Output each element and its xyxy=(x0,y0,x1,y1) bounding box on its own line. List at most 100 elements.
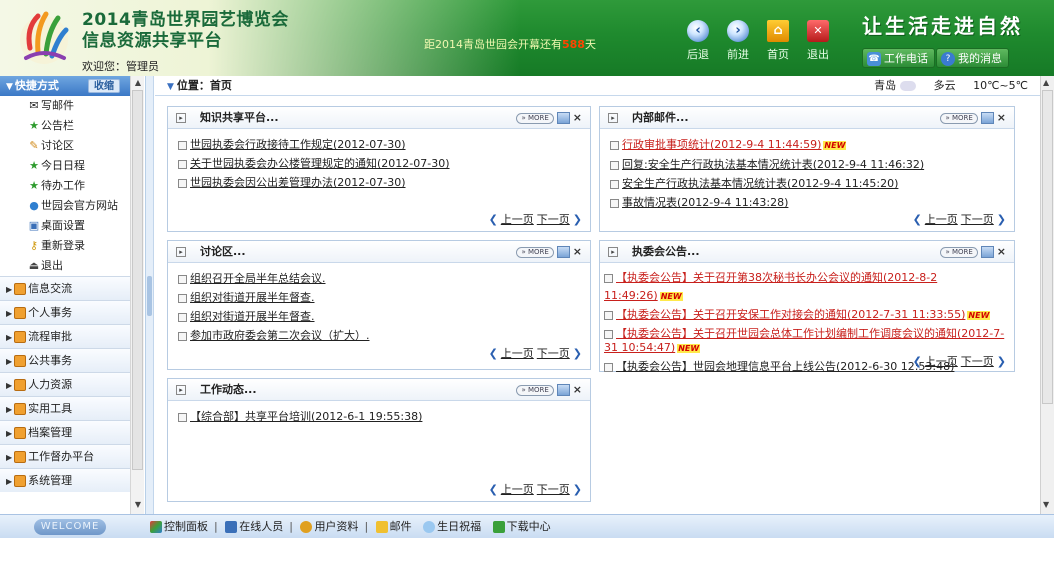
scroll-down-icon[interactable]: ▼ xyxy=(133,500,143,510)
back-button[interactable]: ‹ 后退 xyxy=(676,20,720,62)
more-button[interactable]: » MORE xyxy=(516,246,554,258)
panel-toggle-icon[interactable]: ▸ xyxy=(608,247,618,257)
list-item[interactable]: 参加市政府委会第二次会议（扩大）. xyxy=(178,326,584,345)
item-link[interactable]: 【执委会公告】世园会地理信息平台上线公告(2012-6-30 12:53:48) xyxy=(616,360,954,373)
item-link[interactable]: 【执委会公告】关于召开第38次秘书长办公会议的通知(2012-8-2 11:49… xyxy=(604,271,937,302)
next-arrow-icon[interactable]: ❯ xyxy=(573,483,582,496)
list-item[interactable]: 组织对街道开展半年督查. xyxy=(178,288,584,307)
main-scrollbar[interactable]: ▲ ▼ xyxy=(1040,76,1054,514)
online-users-link[interactable]: 在线人员 xyxy=(239,520,283,533)
collapse-button[interactable]: 收缩 xyxy=(88,79,120,93)
more-button[interactable]: » MORE xyxy=(516,112,554,124)
next-page-link[interactable]: 下一页 xyxy=(537,213,570,226)
quick-item-desktop-settings[interactable]: ▣ 桌面设置 xyxy=(0,216,130,236)
prev-arrow-icon[interactable]: ❮ xyxy=(489,483,498,496)
close-icon[interactable]: × xyxy=(997,241,1006,263)
next-arrow-icon[interactable]: ❯ xyxy=(997,213,1006,226)
next-arrow-icon[interactable]: ❯ xyxy=(573,347,582,360)
scroll-down-icon[interactable]: ▼ xyxy=(1043,500,1049,509)
list-item[interactable]: 组织召开全局半年总结会议. xyxy=(178,269,584,288)
prev-arrow-icon[interactable]: ❮ xyxy=(489,347,498,360)
edit-icon[interactable] xyxy=(556,246,570,258)
item-link[interactable]: 世园执委会因公出差管理办法(2012-07-30) xyxy=(190,176,406,189)
next-page-link[interactable]: 下一页 xyxy=(537,347,570,360)
item-link[interactable]: 组织对街道开展半年督查. xyxy=(190,310,315,323)
edit-icon[interactable] xyxy=(556,384,570,396)
sidebar-section-system[interactable]: ▶ 系统管理 xyxy=(0,468,130,492)
birthday-link[interactable]: 生日祝福 xyxy=(437,520,481,533)
more-button[interactable]: » MORE xyxy=(516,384,554,396)
edit-icon[interactable] xyxy=(556,112,570,124)
next-arrow-icon[interactable]: ❯ xyxy=(573,213,582,226)
main-scroll-thumb[interactable] xyxy=(1042,90,1053,404)
close-icon[interactable]: × xyxy=(997,107,1006,129)
quick-item-logout[interactable]: ⏏ 退出 xyxy=(0,256,130,276)
item-link[interactable]: 关于世园执委会办公楼管理规定的通知(2012-07-30) xyxy=(190,157,450,170)
panel-title[interactable]: 内部邮件... xyxy=(632,111,689,124)
item-link[interactable]: 组织对街道开展半年督查. xyxy=(190,291,315,304)
quick-item-today-schedule[interactable]: ★ 今日日程 xyxy=(0,156,130,176)
scroll-up-icon[interactable]: ▲ xyxy=(133,78,143,88)
quick-item-bulletin[interactable]: ★ 公告栏 xyxy=(0,116,130,136)
exit-button[interactable]: ✕ 退出 xyxy=(796,20,840,62)
close-icon[interactable]: × xyxy=(573,379,582,401)
item-link[interactable]: 回复:安全生产行政执法基本情况统计表(2012-9-4 11:46:32) xyxy=(622,158,924,171)
panel-title[interactable]: 工作动态... xyxy=(200,383,257,396)
sidebar-section-archive[interactable]: ▶ 档案管理 xyxy=(0,420,130,444)
close-icon[interactable]: × xyxy=(573,107,582,129)
panel-toggle-icon[interactable]: ▸ xyxy=(176,113,186,123)
item-link[interactable]: 世园执委会行政接待工作规定(2012-07-30) xyxy=(190,138,406,151)
prev-arrow-icon[interactable]: ❮ xyxy=(489,213,498,226)
sidebar-scroll-thumb[interactable] xyxy=(132,90,143,470)
list-item[interactable]: 【执委会公告】关于召开世园会总体工作计划编制工作调度会议的通知(2012-7-3… xyxy=(604,327,1010,356)
work-phone-button[interactable]: ☎ 工作电话 xyxy=(862,48,935,68)
list-item[interactable]: 安全生产行政执法基本情况统计表(2012-9-4 11:45:20) xyxy=(610,174,1008,193)
item-link[interactable]: 安全生产行政执法基本情况统计表(2012-9-4 11:45:20) xyxy=(622,177,898,190)
next-arrow-icon[interactable]: ❯ xyxy=(997,355,1006,368)
next-page-link[interactable]: 下一页 xyxy=(537,483,570,496)
download-center-link[interactable]: 下载中心 xyxy=(507,520,551,533)
list-item[interactable]: 行政审批事项统计(2012-9-4 11:44:59) NEW xyxy=(610,135,1008,155)
sidebar-splitter[interactable] xyxy=(146,76,154,514)
edit-icon[interactable] xyxy=(980,246,994,258)
quick-item-official-site[interactable]: ● 世园会官方网站 xyxy=(0,196,130,216)
more-button[interactable]: » MORE xyxy=(940,246,978,258)
item-link[interactable]: 【执委会公告】关于召开安保工作对接会的通知(2012-7-31 11:33:55… xyxy=(616,308,965,321)
list-item[interactable]: 组织对街道开展半年督查. xyxy=(178,307,584,326)
prev-page-link[interactable]: 上一页 xyxy=(501,347,534,360)
sidebar-section-personal[interactable]: ▶ 个人事务 xyxy=(0,300,130,324)
panel-toggle-icon[interactable]: ▸ xyxy=(176,385,186,395)
quick-item-relogin[interactable]: ⚷ 重新登录 xyxy=(0,236,130,256)
list-item[interactable]: 【执委会公告】关于召开安保工作对接会的通知(2012-7-31 11:33:55… xyxy=(604,306,1010,325)
splitter-grip[interactable] xyxy=(147,276,152,316)
user-profile-link[interactable]: 用户资料 xyxy=(314,520,358,533)
quick-item-todo[interactable]: ★ 待办工作 xyxy=(0,176,130,196)
prev-arrow-icon[interactable]: ❮ xyxy=(913,213,922,226)
next-page-link[interactable]: 下一页 xyxy=(961,355,994,368)
item-link[interactable]: 事故情况表(2012-9-4 11:43:28) xyxy=(622,196,788,209)
prev-page-link[interactable]: 上一页 xyxy=(925,355,958,368)
sidebar-header[interactable]: ▼ 快捷方式 收缩 xyxy=(0,76,130,96)
forward-button[interactable]: › 前进 xyxy=(716,20,760,62)
next-page-link[interactable]: 下一页 xyxy=(961,213,994,226)
item-link[interactable]: 【执委会公告】关于召开世园会总体工作计划编制工作调度会议的通知(2012-7-3… xyxy=(604,327,1004,354)
item-link[interactable]: 组织召开全局半年总结会议. xyxy=(190,272,326,285)
prev-page-link[interactable]: 上一页 xyxy=(501,483,534,496)
scroll-up-icon[interactable]: ▲ xyxy=(1043,78,1049,87)
prev-arrow-icon[interactable]: ❮ xyxy=(913,355,922,368)
panel-toggle-icon[interactable]: ▸ xyxy=(176,247,186,257)
panel-title[interactable]: 执委会公告... xyxy=(632,245,700,258)
mail-link[interactable]: 邮件 xyxy=(390,520,412,533)
control-panel-link[interactable]: 控制面板 xyxy=(164,520,208,533)
item-link[interactable]: 参加市政府委会第二次会议（扩大）. xyxy=(190,329,370,342)
item-link[interactable]: 行政审批事项统计(2012-9-4 11:44:59) xyxy=(622,138,821,151)
sidebar-section-public[interactable]: ▶ 公共事务 xyxy=(0,348,130,372)
panel-title[interactable]: 知识共享平台... xyxy=(200,111,279,124)
panel-title[interactable]: 讨论区... xyxy=(200,245,246,258)
list-item[interactable]: 关于世园执委会办公楼管理规定的通知(2012-07-30) xyxy=(178,154,584,173)
prev-page-link[interactable]: 上一页 xyxy=(501,213,534,226)
list-item[interactable]: 世园执委会行政接待工作规定(2012-07-30) xyxy=(178,135,584,154)
item-link[interactable]: 【综合部】共享平台培训(2012-6-1 19:55:38) xyxy=(190,410,422,423)
quick-item-forum[interactable]: ✎ 讨论区 xyxy=(0,136,130,156)
panel-toggle-icon[interactable]: ▸ xyxy=(608,113,618,123)
